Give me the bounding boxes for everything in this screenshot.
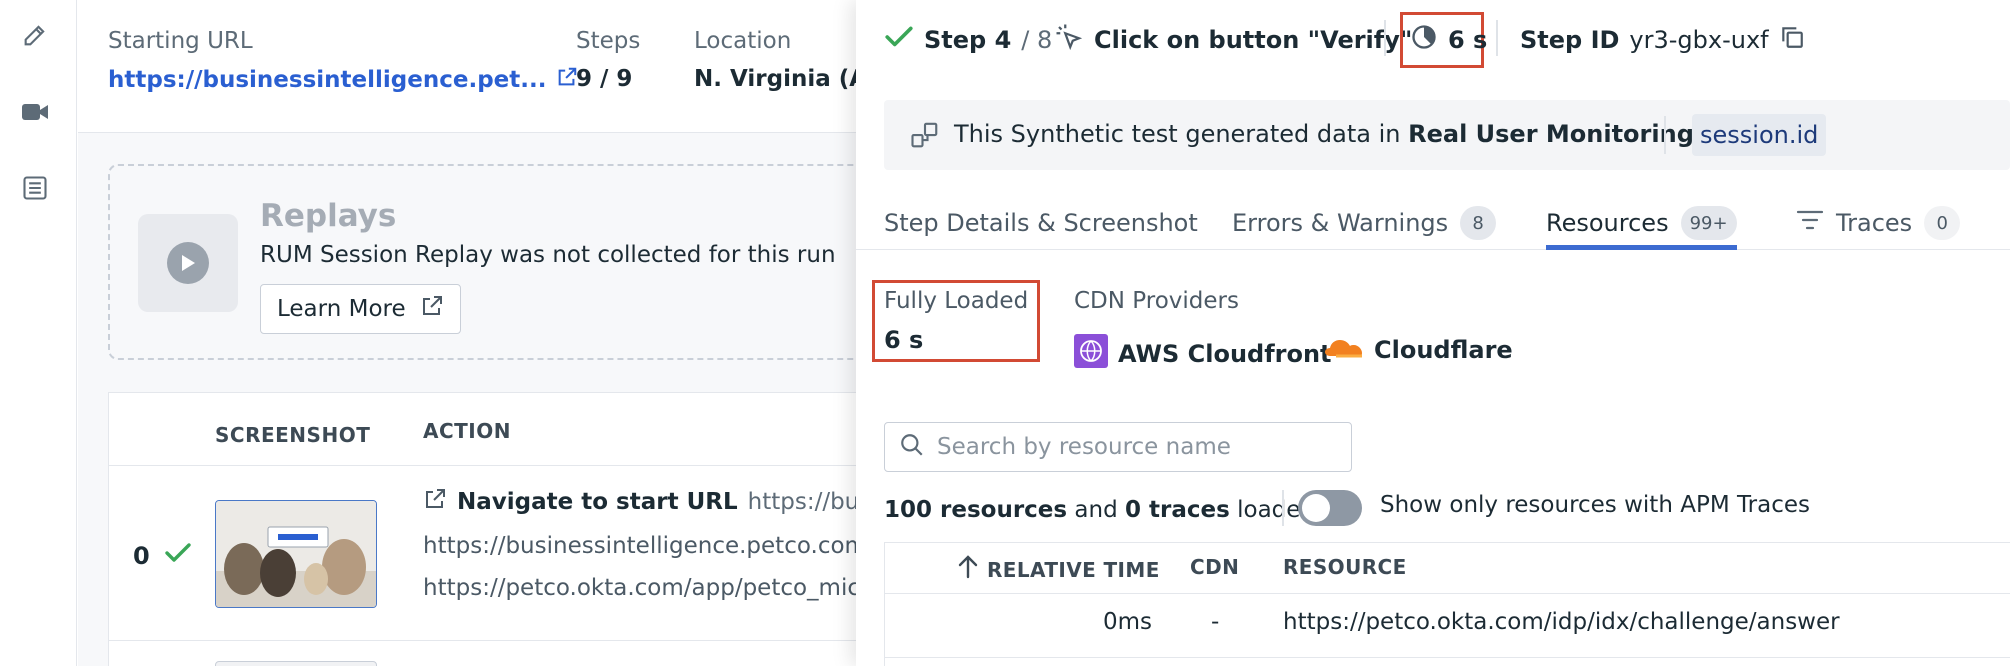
synthetics-icon [910,120,940,154]
sort-arrow-up-icon[interactable] [957,555,979,584]
left-nav-rail [0,0,77,666]
panel-tabs: Step Details & Screenshot Errors & Warni… [856,190,2010,250]
cloudflare-icon [1324,334,1364,366]
step-duration: 6 s [1410,22,1487,58]
external-link-icon[interactable] [420,294,444,324]
cdn-name: AWS Cloudfront [1118,340,1332,368]
banner-divider [1664,116,1666,154]
loaded-and: and [1067,497,1125,523]
list-icon[interactable] [20,173,50,203]
pencil-icon[interactable] [20,20,50,50]
learn-more-label[interactable]: Learn More [277,296,406,322]
tab-resources[interactable]: Resources 99+ [1546,198,1737,250]
steps-block: Steps 9 / 9 [576,28,640,92]
row-divider [885,593,2010,594]
summary-divider [1282,490,1284,526]
fully-loaded-label: Fully Loaded [884,288,1029,314]
toggle-knob [1302,494,1330,522]
step-id-value: yr3-gbx-uxf [1629,26,1769,54]
column-header-cdn[interactable]: CDN [1190,555,1239,579]
tab-label[interactable]: Traces [1836,209,1912,237]
step-action-title: Click on button "Verify" [1054,22,1412,58]
resource-search[interactable] [884,422,1352,472]
cdn-provider-cloudflare: Cloudflare [1324,334,1513,366]
tab-label[interactable]: Resources [1546,209,1669,237]
starting-url-text[interactable]: https://businessintelligence.pet... [108,67,546,93]
resources-table: RELATIVE TIME CDN RESOURCE 0ms - https:/… [884,542,2010,666]
rum-banner-prefix: This Synthetic test generated data in [954,120,1409,148]
cdn-provider-aws: AWS Cloudfront [1074,334,1332,374]
rum-banner: This Synthetic test generated data in Re… [884,100,2010,170]
traces-count: 0 traces [1125,497,1230,523]
cdn-providers-label: CDN Providers [1074,288,1239,314]
rum-banner-link[interactable]: Real User Monitoring [1408,120,1694,148]
row-divider [885,657,2010,658]
starting-url-block: Starting URL https://businessintelligenc… [108,28,578,94]
step-url-line-1: https://businessintelligence.petco.com/ [423,533,875,559]
tab-traces[interactable]: Traces 0 [1796,198,1961,248]
step-action-text: Click on button "Verify" [1094,26,1413,54]
search-icon [899,432,925,462]
step-index-number: 0 [133,542,150,570]
rum-banner-text: This Synthetic test generated data in Re… [954,120,1694,148]
column-header-label[interactable]: RELATIVE TIME [987,558,1160,582]
resource-relative-time: 0ms [1103,609,1153,635]
step-id-label: Step ID [1520,26,1620,54]
step-counter: Step 4 / 8 [884,22,1052,58]
replays-message: RUM Session Replay was not collected for… [260,242,836,268]
resources-count: 100 resources [884,497,1068,523]
step-screenshot-thumbnail[interactable] [215,661,377,666]
cursor-click-icon [1054,22,1084,58]
cdn-name: Cloudflare [1374,336,1513,364]
aws-cloudfront-icon [1074,334,1108,374]
play-icon [167,242,209,284]
loaded-summary: 100 resources and 0 traces loaded [884,492,1315,528]
steps-label: Steps [576,28,641,54]
step-total: / 8 [1021,26,1053,54]
checkmark-icon [884,24,914,56]
starting-url-label: Starting URL [108,28,253,54]
column-header-screenshot: SCREENSHOT [215,423,371,447]
apm-traces-toggle-label: Show only resources with APM Traces [1380,492,1810,518]
step-label: Step 4 [924,26,1012,54]
tab-label[interactable]: Step Details & Screenshot [884,209,1198,237]
step-action-title: Navigate to start URL [457,489,738,515]
replays-title: Replays [260,198,397,234]
column-header-action: ACTION [423,419,511,443]
column-header-resource[interactable]: RESOURCE [1283,555,1407,579]
tab-errors-warnings[interactable]: Errors & Warnings 8 [1232,198,1497,248]
starting-url-link[interactable]: https://businessintelligence.pet... [108,66,578,94]
tab-count-badge: 8 [1460,206,1497,240]
video-camera-icon[interactable] [20,97,50,127]
tab-count-badge: 99+ [1680,206,1737,240]
session-id-chip[interactable]: session.id [1692,114,1827,156]
step-id: Step ID yr3-gbx-uxf [1520,22,1805,58]
filter-icon [1796,208,1824,238]
resource-url[interactable]: https://petco.okta.com/idp/idx/challenge… [1283,609,1840,635]
header-divider [1496,20,1498,56]
tab-count-badge: 0 [1924,206,1961,240]
header-divider [1384,20,1386,56]
resource-cdn: - [1211,609,1220,635]
replay-placeholder [138,214,238,312]
step-index: 0 [133,541,192,571]
learn-more-button[interactable]: Learn More [260,284,461,334]
step-detail-panel: Step 4 / 8 Click on button "Verify" 6 s … [856,0,2010,666]
tab-step-details[interactable]: Step Details & Screenshot [884,198,1198,248]
tab-label[interactable]: Errors & Warnings [1232,209,1448,237]
apm-traces-toggle[interactable] [1298,490,1362,526]
fully-loaded-value: 6 s [884,326,924,354]
external-link-icon [423,487,447,517]
column-header-relative-time[interactable]: RELATIVE TIME [957,555,1160,584]
steps-value: 9 / 9 [576,66,633,92]
copy-icon[interactable] [1779,24,1805,56]
resource-search-input[interactable] [937,434,1337,460]
step-duration-value: 6 s [1448,26,1488,54]
pie-timer-icon [1410,23,1438,57]
step-screenshot-thumbnail[interactable] [215,500,377,608]
checkmark-icon [164,541,192,571]
